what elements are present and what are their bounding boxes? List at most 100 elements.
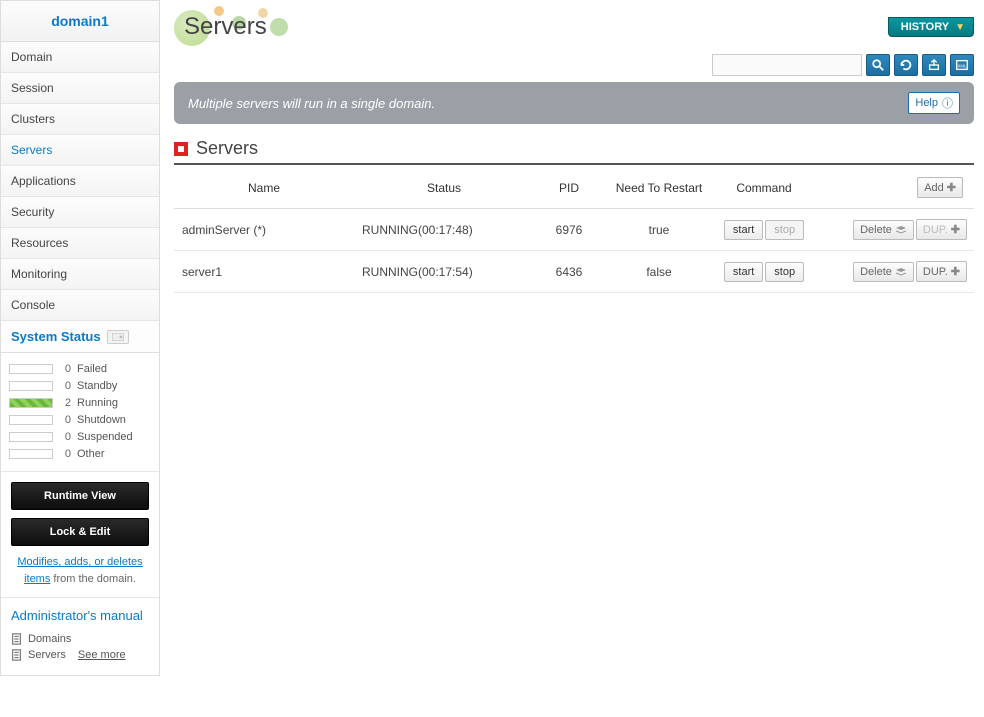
cell-actions: Delete DUP.✚	[814, 251, 974, 293]
th-name: Name	[174, 167, 354, 209]
nav-item-security[interactable]: Security	[1, 197, 159, 228]
button-section: Runtime View Lock & Edit Modifies, adds,…	[1, 471, 159, 597]
cell-actions: DeleteDUP.✚	[814, 209, 974, 251]
cell-command: startstop	[714, 209, 814, 251]
delete-label: Delete	[860, 266, 892, 278]
nav-item-resources[interactable]: Resources	[1, 228, 159, 259]
cell-status: RUNNING(00:17:54)	[354, 251, 534, 293]
xml-icon[interactable]: XML	[950, 54, 974, 76]
status-label: Standby	[77, 380, 117, 392]
help-button[interactable]: Help ⓘ	[908, 92, 960, 114]
status-list: 0 Failed 0 Standby 2Running 0 Shutdown 0 Suspend…	[1, 353, 159, 471]
cell-name: server1	[174, 251, 354, 293]
runtime-view-button[interactable]: Runtime View	[11, 482, 149, 510]
dup-label: DUP.	[923, 224, 948, 236]
dup-button[interactable]: DUP.✚	[916, 261, 967, 282]
servers-table: Name Status PID Need To Restart Command …	[174, 167, 974, 293]
dup-label: DUP.	[923, 266, 948, 278]
status-label: Failed	[77, 363, 107, 375]
cell-restart: false	[604, 251, 714, 293]
add-button[interactable]: Add✚	[917, 177, 963, 198]
status-bar	[9, 415, 53, 425]
start-button[interactable]: start	[724, 220, 763, 240]
main-content: Servers HISTORY ▼ XML Multiple servers w…	[160, 0, 984, 676]
cell-restart: true	[604, 209, 714, 251]
status-count: 0	[59, 448, 71, 460]
admin-manual-title: Administrator's manual	[11, 608, 149, 625]
status-bar	[9, 398, 53, 408]
page-title-wrap: Servers	[174, 4, 304, 50]
domain-title: domain1	[1, 1, 159, 42]
plus-icon: ✚	[951, 223, 960, 236]
status-row-failed: 0 Failed	[9, 363, 151, 375]
edit-description-suffix: from the domain.	[50, 573, 136, 585]
refresh-icon[interactable]	[894, 54, 918, 76]
status-row-suspended: 0 Suspended	[9, 431, 151, 443]
status-bar	[9, 381, 53, 391]
dup-button: DUP.✚	[916, 219, 967, 240]
status-label: Suspended	[77, 431, 133, 443]
start-button[interactable]: start	[724, 262, 763, 282]
status-bar	[9, 449, 53, 459]
stop-button[interactable]: stop	[765, 262, 804, 282]
table-row: adminServer (*)RUNNING(00:17:48)6976true…	[174, 209, 974, 251]
status-count: 2	[59, 397, 71, 409]
status-row-other: 0 Other	[9, 448, 151, 460]
manual-link-servers[interactable]: Servers See more	[11, 649, 149, 661]
section-header: Servers	[174, 134, 974, 165]
status-label: Shutdown	[77, 414, 126, 426]
lock-edit-button[interactable]: Lock & Edit	[11, 518, 149, 546]
admin-manual-section: Administrator's manual Domains Servers Se…	[1, 597, 159, 675]
system-status-header: System Status	[1, 321, 159, 353]
cell-pid: 6436	[534, 251, 604, 293]
plus-icon: ✚	[947, 181, 956, 194]
section-title: Servers	[196, 138, 258, 159]
banner-text: Multiple servers will run in a single do…	[188, 96, 435, 111]
status-row-standby: 0 Standby	[9, 380, 151, 392]
cell-command: startstop	[714, 251, 814, 293]
help-icon: ⓘ	[942, 95, 953, 111]
th-actions: Add✚	[814, 167, 974, 209]
table-row: server1RUNNING(00:17:54)6436falsestartst…	[174, 251, 974, 293]
status-count: 0	[59, 414, 71, 426]
th-pid: PID	[534, 167, 604, 209]
nav-item-domain[interactable]: Domain	[1, 42, 159, 73]
stack-icon	[895, 267, 907, 277]
search-input[interactable]	[712, 54, 862, 76]
nav-item-applications[interactable]: Applications	[1, 166, 159, 197]
cell-name: adminServer (*)	[174, 209, 354, 251]
th-restart: Need To Restart	[604, 167, 714, 209]
delete-button[interactable]: Delete	[853, 220, 914, 240]
status-panel-icon	[107, 330, 129, 344]
status-row-running: 2Running	[9, 397, 151, 409]
search-icon[interactable]	[866, 54, 890, 76]
status-count: 0	[59, 363, 71, 375]
status-count: 0	[59, 431, 71, 443]
status-label: Other	[77, 448, 105, 460]
manual-link-domains[interactable]: Domains	[11, 633, 149, 645]
help-label: Help	[915, 97, 938, 109]
stack-icon	[895, 225, 907, 235]
status-count: 0	[59, 380, 71, 392]
stop-button: stop	[765, 220, 804, 240]
nav-item-servers[interactable]: Servers	[1, 135, 159, 166]
system-status-label: System Status	[11, 329, 101, 344]
see-more-link[interactable]: See more	[78, 649, 126, 661]
document-icon	[11, 649, 22, 661]
delete-button[interactable]: Delete	[853, 262, 914, 282]
export-icon[interactable]	[922, 54, 946, 76]
nav-item-session[interactable]: Session	[1, 73, 159, 104]
nav-item-clusters[interactable]: Clusters	[1, 104, 159, 135]
cell-status: RUNNING(00:17:48)	[354, 209, 534, 251]
history-button[interactable]: HISTORY ▼	[888, 17, 974, 37]
history-label: HISTORY	[901, 21, 949, 33]
th-status: Status	[354, 167, 534, 209]
manual-link-label: Servers	[28, 649, 66, 661]
svg-text:XML: XML	[958, 64, 968, 69]
chevron-down-icon: ▼	[955, 22, 965, 33]
page-title: Servers	[184, 13, 267, 41]
nav-item-console[interactable]: Console	[1, 290, 159, 321]
cell-pid: 6976	[534, 209, 604, 251]
status-bar	[9, 432, 53, 442]
nav-item-monitoring[interactable]: Monitoring	[1, 259, 159, 290]
